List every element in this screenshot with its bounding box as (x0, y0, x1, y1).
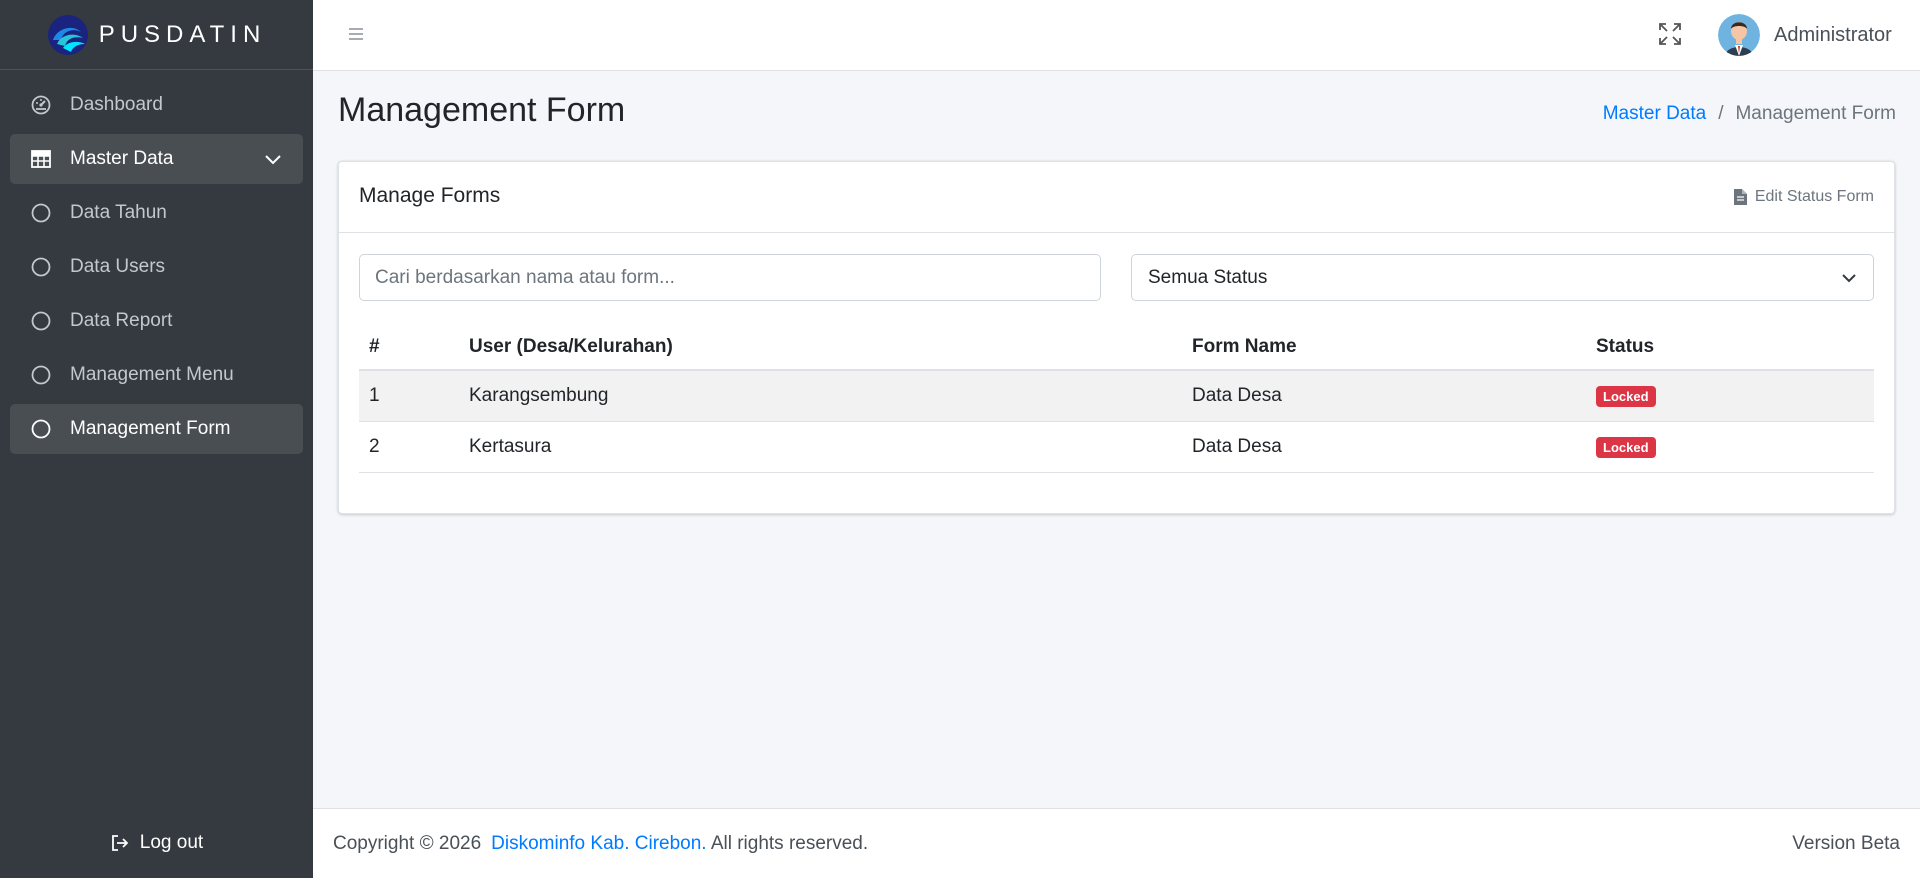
cell-user: Kertasura (459, 421, 1182, 473)
card-title: Manage Forms (359, 184, 501, 207)
fullscreen-expand-icon[interactable] (1658, 22, 1682, 46)
dashboard-gauge-icon (30, 94, 52, 116)
sidebar-item-label: Data Report (70, 310, 173, 331)
sidebar-item-label: Master Data (70, 148, 174, 169)
sidebar-item-label: Data Tahun (70, 202, 167, 223)
column-header-form-name: Form Name (1182, 325, 1586, 371)
user-menu[interactable]: Administrator (1718, 10, 1892, 60)
status-filter-select[interactable]: Semua Status (1131, 254, 1874, 301)
chevron-down-icon (265, 155, 281, 165)
column-header-user: User (Desa/Kelurahan) (459, 325, 1182, 371)
logout-icon (111, 835, 129, 851)
status-badge[interactable]: Locked (1596, 436, 1656, 458)
table-row[interactable]: 1 Karangsembung Data Desa Locked (359, 370, 1874, 422)
circle-icon (30, 202, 52, 224)
table-header-row: # User (Desa/Kelurahan) Form Name Status (359, 325, 1874, 371)
chevron-down-icon (1842, 274, 1856, 283)
sidebar-item-label: Data Users (70, 256, 166, 277)
cell-number: 1 (359, 370, 459, 422)
brand[interactable]: PUSDATIN (0, 0, 313, 70)
footer: Copyright © 2026 Diskominfo Kab. Cirebon.… (313, 808, 1920, 878)
search-input[interactable] (359, 254, 1101, 301)
breadcrumb-current: Management Form (1735, 103, 1896, 124)
edit-status-form-button[interactable]: Edit Status Form (1733, 188, 1874, 206)
circle-icon (30, 310, 52, 332)
cell-status: Locked (1586, 370, 1874, 422)
logout-button[interactable]: Log out (0, 808, 313, 878)
cell-form-name: Data Desa (1182, 370, 1586, 422)
rights-text: All rights reserved. (710, 833, 869, 854)
sidebar-item-master-data[interactable]: Master Data (10, 134, 303, 184)
circle-icon (30, 256, 52, 278)
sidebar-item-management-form[interactable]: Management Form (10, 404, 303, 454)
manage-forms-card: Manage Forms Edit Status Form Semua Stat… (338, 161, 1895, 514)
sidebar-item-label: Management Menu (70, 364, 234, 385)
page-title: Management Form (338, 91, 626, 129)
sidebar-item-data-users[interactable]: Data Users (10, 242, 303, 292)
user-name: Administrator (1774, 23, 1892, 46)
topbar: Administrator (313, 0, 1920, 71)
table-row[interactable]: 2 Kertasura Data Desa Locked (359, 421, 1874, 473)
sidebar-nav: Dashboard Master Data Data Tahun Data Us… (0, 70, 313, 454)
cell-status: Locked (1586, 421, 1874, 473)
edit-status-form-label: Edit Status Form (1754, 188, 1874, 205)
file-icon (1733, 189, 1747, 205)
breadcrumb-separator: / (1718, 103, 1724, 124)
status-filter-value: Semua Status (1148, 266, 1268, 288)
brand-name: PUSDATIN (98, 20, 267, 48)
cell-number: 2 (359, 421, 459, 473)
footer-org-link[interactable]: Diskominfo Kab. Cirebon. (491, 833, 706, 854)
footer-version: Version Beta (1792, 833, 1900, 854)
breadcrumb: Master Data / Management Form (1603, 103, 1896, 125)
card-header: Manage Forms Edit Status Form (339, 162, 1894, 233)
column-header-number: # (359, 325, 459, 371)
footer-copyright: Copyright © 2026 Diskominfo Kab. Cirebon.… (333, 833, 868, 855)
brand-logo-icon (47, 14, 88, 55)
column-header-status: Status (1586, 325, 1874, 371)
forms-table: # User (Desa/Kelurahan) Form Name Status… (359, 325, 1874, 473)
hamburger-menu-icon[interactable] (349, 24, 363, 44)
breadcrumb-link-master-data[interactable]: Master Data (1603, 103, 1706, 125)
circle-icon (30, 418, 52, 440)
status-badge[interactable]: Locked (1596, 385, 1656, 407)
sidebar-item-label: Management Form (70, 418, 231, 439)
sidebar-item-data-report[interactable]: Data Report (10, 296, 303, 346)
sidebar-item-label: Dashboard (70, 94, 163, 115)
circle-icon (30, 364, 52, 386)
sidebar-item-management-menu[interactable]: Management Menu (10, 350, 303, 400)
cell-user: Karangsembung (459, 370, 1182, 422)
sidebar-item-dashboard[interactable]: Dashboard (10, 80, 303, 130)
logout-label: Log out (139, 832, 204, 853)
copyright-text: Copyright © 2026 (333, 833, 482, 854)
avatar (1718, 14, 1760, 56)
cell-form-name: Data Desa (1182, 421, 1586, 473)
sidebar: PUSDATIN Dashboard Master Data Data Tahu… (0, 0, 313, 878)
sidebar-item-data-tahun[interactable]: Data Tahun (10, 188, 303, 238)
table-grid-icon (30, 148, 52, 170)
